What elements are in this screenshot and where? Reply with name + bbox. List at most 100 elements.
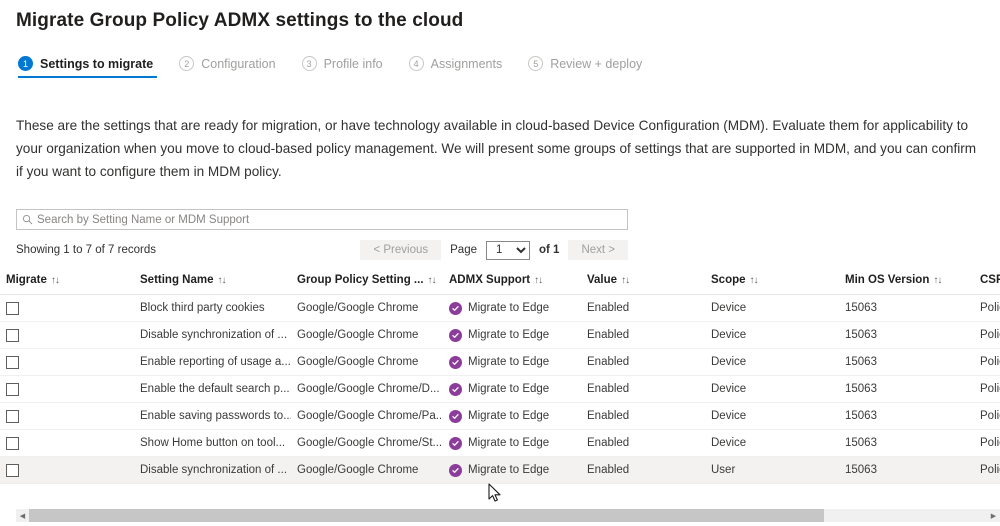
admx-support-label: Migrate to Edge: [468, 302, 550, 314]
cell-admx-support: Migrate to Edge: [443, 348, 581, 376]
search-input[interactable]: [37, 213, 627, 226]
scrollbar-track[interactable]: [29, 509, 987, 522]
cell-csp-name: Policy: [974, 348, 1000, 376]
horizontal-scrollbar[interactable]: ◀ ▶: [16, 509, 1000, 522]
search-box[interactable]: [16, 209, 628, 230]
cell-group-policy-setting: Google/Google Chrome: [291, 321, 443, 349]
wizard-step-label: Settings to migrate: [40, 56, 154, 71]
cell-csp-name: Policy: [974, 402, 1000, 430]
cell-setting-name: Disable synchronization of ...: [134, 321, 291, 349]
cell-value: Enabled: [581, 294, 705, 322]
migrate-checkbox[interactable]: [6, 409, 19, 423]
previous-page-button[interactable]: < Previous: [360, 240, 442, 260]
cell-csp-name: Policy: [974, 321, 1000, 349]
records-pagination-row: Showing 1 to 7 of 7 records < Previous P…: [16, 239, 628, 261]
page-number-select[interactable]: 1: [485, 240, 530, 260]
cell-min-os-version: 15063: [839, 429, 974, 457]
wizard-active-underline: [18, 76, 158, 78]
wizard-step-1[interactable]: 1 Settings to migrate: [18, 56, 158, 78]
wizard-step-number: 4: [408, 56, 424, 71]
column-header-csp-name[interactable]: CSP Name↑↓: [974, 270, 1000, 295]
cell-value: Enabled: [581, 429, 705, 457]
cell-setting-name: Enable the default search p...: [134, 375, 291, 403]
cell-migrate: [0, 375, 134, 403]
page-total-text: of 1: [538, 244, 560, 256]
sort-toggle-icon[interactable]: ↑↓: [621, 275, 630, 286]
migrate-checkbox[interactable]: [6, 463, 19, 477]
table-row[interactable]: Show Home button on tool... Google/Google…: [0, 429, 1000, 457]
column-header-scope[interactable]: Scope ↑↓: [705, 270, 839, 295]
cell-group-policy-setting: Google/Google Chrome: [291, 348, 443, 376]
column-header-label: ADMX Support: [449, 274, 531, 286]
table-row[interactable]: Block third party cookies Google/Google C…: [0, 294, 1000, 322]
scroll-left-arrow-icon[interactable]: ◀: [16, 509, 29, 522]
scrollbar-thumb[interactable]: [29, 509, 825, 522]
wizard-step-number: 3: [301, 56, 317, 71]
page-label: Page: [450, 244, 477, 256]
cell-migrate: [0, 348, 134, 376]
column-header-min-os-version[interactable]: Min OS Version ↑↓: [839, 270, 974, 295]
column-header-label: Min OS Version: [845, 274, 930, 286]
check-circle-icon: [449, 409, 462, 423]
check-circle-icon: [449, 463, 462, 477]
cell-migrate: [0, 456, 134, 484]
table-row[interactable]: Enable saving passwords to... Google/Goog…: [0, 402, 1000, 430]
column-header-group-policy-setting[interactable]: Group Policy Setting ... ↑↓: [291, 270, 443, 295]
cell-scope: Device: [705, 402, 839, 430]
column-header-value[interactable]: Value ↑↓: [581, 270, 705, 295]
migrate-checkbox[interactable]: [6, 301, 19, 315]
table-header-row: Migrate ↑↓ Setting Name ↑↓ Group Policy Sett…: [0, 270, 1000, 295]
cell-min-os-version: 15063: [839, 375, 974, 403]
migrate-checkbox[interactable]: [6, 436, 19, 450]
cell-group-policy-setting: Google/Google Chrome: [291, 456, 443, 484]
table-row[interactable]: Enable reporting of usage a... Google/Goo…: [0, 348, 1000, 376]
cell-admx-support: Migrate to Edge: [443, 456, 581, 484]
table-row[interactable]: Disable synchronization of ... Google/Goo…: [0, 321, 1000, 349]
migrate-checkbox[interactable]: [6, 355, 19, 369]
cell-csp-name: Policy: [974, 294, 1000, 322]
wizard-step-4[interactable]: 4 Assignments: [408, 56, 502, 78]
table-row[interactable]: Disable synchronization of ... Google/Goo…: [0, 456, 1000, 484]
column-header-label: CSP Name: [980, 274, 1000, 286]
cell-setting-name: Enable reporting of usage a...: [134, 348, 291, 376]
cell-value: Enabled: [581, 321, 705, 349]
records-count-text: Showing 1 to 7 of 7 records: [16, 244, 156, 256]
wizard-step-label: Configuration: [201, 56, 276, 71]
migrate-checkbox[interactable]: [6, 328, 19, 342]
column-header-admx-support[interactable]: ADMX Support ↑↓: [443, 270, 581, 295]
cell-admx-support: Migrate to Edge: [443, 429, 581, 457]
column-header-setting-name[interactable]: Setting Name ↑↓: [134, 270, 291, 295]
wizard-step-5[interactable]: 5 Review + deploy: [528, 56, 642, 78]
settings-table-area: Migrate ↑↓ Setting Name ↑↓ Group Policy Sett…: [0, 270, 1000, 484]
cell-setting-name: Block third party cookies: [134, 294, 291, 322]
wizard-step-3[interactable]: 3 Profile info: [301, 56, 383, 78]
sort-toggle-icon[interactable]: ↑↓: [750, 275, 759, 286]
wizard-step-number: 2: [179, 56, 195, 71]
sort-toggle-icon[interactable]: ↑↓: [51, 275, 60, 286]
cell-scope: Device: [705, 348, 839, 376]
wizard-step-2[interactable]: 2 Configuration: [179, 56, 276, 78]
cell-csp-name: Policy: [974, 375, 1000, 403]
wizard-step-label: Review + deploy: [550, 56, 643, 71]
table-row[interactable]: Enable the default search p... Google/Goo…: [0, 375, 1000, 403]
sort-toggle-icon[interactable]: ↑↓: [534, 275, 543, 286]
admx-support-label: Migrate to Edge: [468, 329, 550, 341]
column-header-migrate[interactable]: Migrate ↑↓: [0, 270, 134, 295]
sort-toggle-icon[interactable]: ↑↓: [218, 275, 227, 286]
cell-value: Enabled: [581, 456, 705, 484]
cell-group-policy-setting: Google/Google Chrome: [291, 294, 443, 322]
scroll-right-arrow-icon[interactable]: ▶: [987, 509, 1000, 522]
check-circle-icon: [449, 355, 462, 369]
cell-min-os-version: 15063: [839, 348, 974, 376]
sort-toggle-icon[interactable]: ↑↓: [933, 275, 942, 286]
column-header-label: Group Policy Setting ...: [297, 274, 424, 286]
cell-scope: Device: [705, 429, 839, 457]
column-header-label: Setting Name: [140, 274, 214, 286]
check-circle-icon: [449, 328, 462, 342]
cell-admx-support: Migrate to Edge: [443, 294, 581, 322]
migrate-checkbox[interactable]: [6, 382, 19, 396]
wizard-step-label: Profile info: [323, 56, 383, 71]
check-circle-icon: [449, 382, 462, 396]
sort-toggle-icon[interactable]: ↑↓: [428, 275, 437, 286]
next-page-button[interactable]: Next >: [568, 240, 628, 260]
